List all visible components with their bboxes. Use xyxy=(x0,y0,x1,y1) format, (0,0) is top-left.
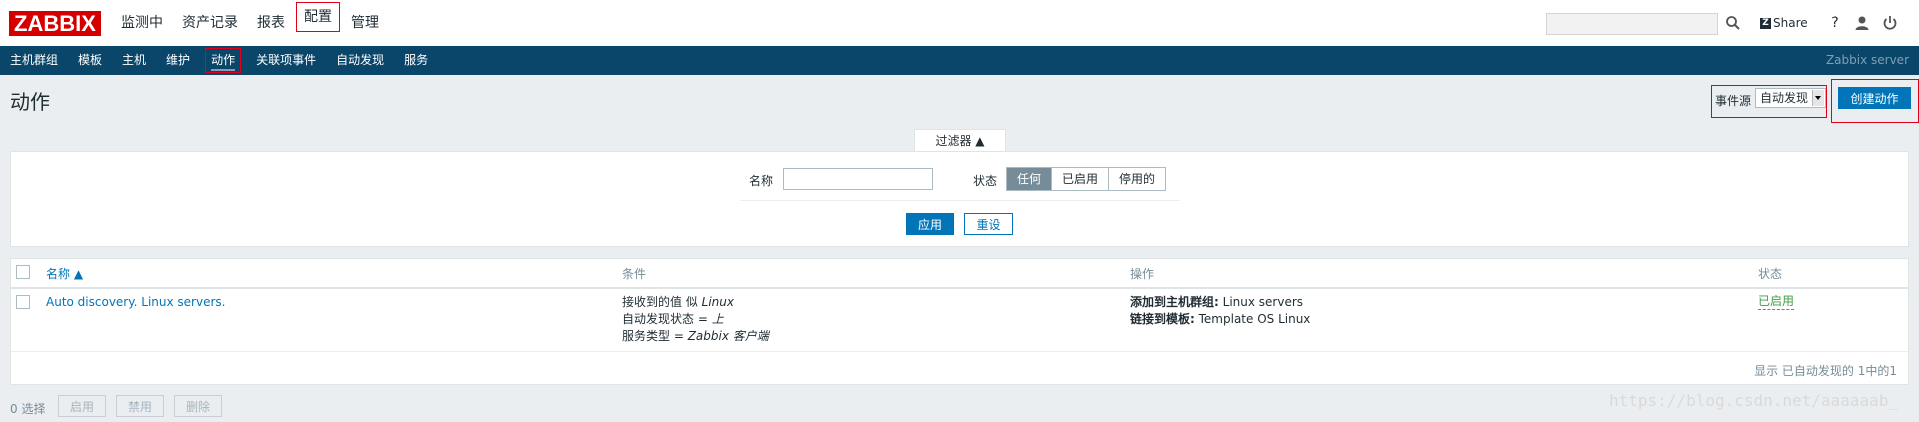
sign-out-icon[interactable] xyxy=(1881,14,1899,32)
row-divider xyxy=(11,351,1908,352)
event-source-label: 事件源 xyxy=(1715,94,1752,108)
actions-table xyxy=(10,258,1909,385)
filter-name-label: 名称 xyxy=(749,174,774,188)
filter-name-input[interactable] xyxy=(783,168,933,190)
status-option-disabled[interactable]: 停用的 xyxy=(1109,168,1166,190)
menu-monitoring[interactable]: 监测中 xyxy=(113,0,171,46)
action-operations: 添加到主机群组: Linux servers 链接到模板: Template O… xyxy=(1130,294,1310,328)
filter-panel xyxy=(10,151,1909,247)
main-menu: 监测中 资产记录 报表 配置 管理 xyxy=(113,0,390,46)
chevron-down-icon xyxy=(1812,90,1824,106)
create-action-button[interactable]: 创建动作 xyxy=(1838,87,1911,109)
table-footer-count: 显示 已自动发现的 1中的1 xyxy=(1754,364,1897,378)
mass-disable-button[interactable]: 禁用 xyxy=(116,395,164,417)
zabbix-share-icon: Z xyxy=(1760,17,1771,29)
search-icon[interactable] xyxy=(1725,15,1741,31)
status-option-any[interactable]: 任何 xyxy=(1007,168,1053,190)
share-link[interactable]: Z Share xyxy=(1760,16,1808,30)
menu-configuration[interactable]: 配置 xyxy=(296,2,340,32)
column-header-operations: 操作 xyxy=(1130,267,1155,281)
condition-line: 接收到的值 似 Linux xyxy=(622,295,734,309)
subnav-hosts[interactable]: 主机 xyxy=(112,46,156,75)
page-title: 动作 xyxy=(10,90,50,114)
subnav-event-correlation[interactable]: 关联项事件 xyxy=(246,46,326,75)
subnav-templates[interactable]: 模板 xyxy=(68,46,112,75)
search-input[interactable] xyxy=(1546,13,1718,35)
top-header: ZABBIX 监测中 资产记录 报表 配置 管理 Z Share ? xyxy=(0,0,1919,47)
menu-administration[interactable]: 管理 xyxy=(343,0,387,46)
event-source-value: 自动发现 xyxy=(1760,91,1809,105)
filter-status-toggle: 任何 已启用 停用的 xyxy=(1006,167,1167,191)
user-profile-icon[interactable] xyxy=(1853,14,1871,32)
help-icon[interactable]: ? xyxy=(1826,14,1844,32)
watermark: https://blog.csdn.net/aaaaaab_ xyxy=(1609,391,1898,410)
column-header-status: 状态 xyxy=(1758,267,1783,281)
status-option-enabled[interactable]: 已启用 xyxy=(1052,168,1110,190)
action-name-link[interactable]: Auto discovery. Linux servers. xyxy=(46,294,225,311)
apply-button[interactable]: 应用 xyxy=(906,213,954,235)
subnav-host-groups[interactable]: 主机群组 xyxy=(0,46,68,75)
server-name: Zabbix server xyxy=(1825,53,1909,67)
row-checkbox[interactable] xyxy=(16,295,30,309)
menu-reports[interactable]: 报表 xyxy=(249,0,293,46)
mass-delete-button[interactable]: 删除 xyxy=(174,395,222,417)
column-header-conditions: 条件 xyxy=(622,267,647,281)
sub-navigation: 主机群组 模板 主机 维护 动作 关联项事件 自动发现 服务 Zabbix se… xyxy=(0,46,1919,75)
subnav-discovery[interactable]: 自动发现 xyxy=(326,46,394,75)
column-header-name[interactable]: 名称 ▲ xyxy=(46,265,83,282)
subnav-services[interactable]: 服务 xyxy=(394,46,438,75)
filter-divider xyxy=(740,200,1180,201)
condition-line: 自动发现状态 = 上 xyxy=(622,312,724,326)
reset-button[interactable]: 重设 xyxy=(964,213,1013,235)
zabbix-logo[interactable]: ZABBIX xyxy=(9,11,101,36)
subnav-actions[interactable]: 动作 xyxy=(205,48,242,73)
operation-line: 添加到主机群组: Linux servers xyxy=(1130,295,1304,309)
filter-tab[interactable]: 过滤器 ▲ xyxy=(914,129,1006,152)
selected-count: 0 选择 xyxy=(10,402,46,416)
event-source-select[interactable]: 自动发现 xyxy=(1755,88,1826,108)
menu-inventory[interactable]: 资产记录 xyxy=(174,0,246,46)
action-conditions: 接收到的值 似 Linux 自动发现状态 = 上 服务类型 = Zabbix 客… xyxy=(622,294,769,345)
mass-enable-button[interactable]: 启用 xyxy=(58,395,106,417)
operation-line: 链接到模板: Template OS Linux xyxy=(1130,312,1311,326)
table-header-divider xyxy=(11,287,1908,289)
select-all-checkbox[interactable] xyxy=(16,265,30,279)
action-status-toggle[interactable]: 已启用 xyxy=(1758,294,1795,310)
filter-status-label: 状态 xyxy=(973,174,998,188)
subnav-maintenance[interactable]: 维护 xyxy=(156,46,200,75)
share-label: Share xyxy=(1773,16,1808,30)
condition-line: 服务类型 = Zabbix 客户端 xyxy=(622,329,769,343)
